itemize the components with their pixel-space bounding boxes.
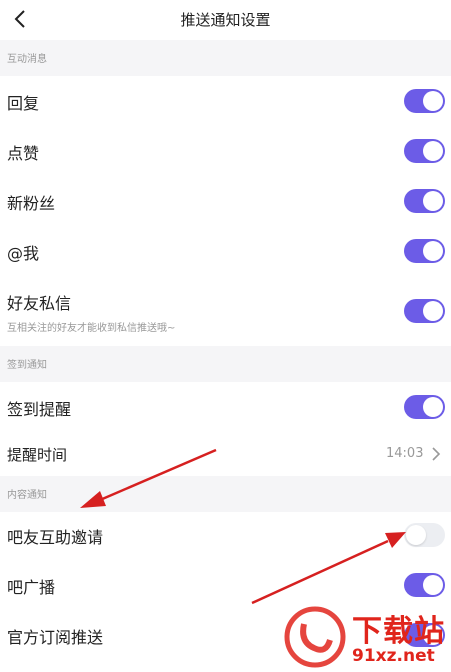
setting-row-mention: @我 — [0, 226, 451, 276]
toggle-knob — [423, 575, 443, 595]
setting-label: 点赞 — [7, 144, 40, 163]
logo-icon — [284, 606, 346, 668]
toggle-knob — [406, 525, 426, 545]
watermark-main-text: 下载站 — [352, 614, 445, 649]
setting-row-private-message: 好友私信 互相关注的好友才能收到私信推送哦~ — [0, 276, 451, 346]
section-header-interaction: 互动消息 — [0, 40, 451, 76]
section-header-checkin: 签到通知 — [0, 346, 451, 382]
new-fans-toggle[interactable] — [404, 189, 445, 213]
setting-label: 签到提醒 — [7, 400, 72, 419]
setting-row-like: 点赞 — [0, 126, 451, 176]
toggle-knob — [423, 241, 443, 261]
setting-label: 吧友互助邀请 — [7, 528, 104, 547]
reply-toggle[interactable] — [404, 89, 445, 113]
help-invite-toggle[interactable] — [404, 523, 445, 547]
checkin-reminder-toggle[interactable] — [404, 395, 445, 419]
broadcast-toggle[interactable] — [404, 573, 445, 597]
setting-row-reminder-time[interactable]: 提醒时间 14:03 — [0, 432, 451, 476]
setting-hint: 互相关注的好友才能收到私信推送哦~ — [7, 323, 176, 334]
setting-row-new-fans: 新粉丝 — [0, 176, 451, 226]
toggle-knob — [423, 301, 443, 321]
private-message-toggle[interactable] — [404, 299, 445, 323]
setting-row-help-invite: 吧友互助邀请 — [0, 512, 451, 562]
setting-label: 新粉丝 — [7, 194, 56, 213]
like-toggle[interactable] — [404, 139, 445, 163]
mention-toggle[interactable] — [404, 239, 445, 263]
page-title: 推送通知设置 — [180, 11, 271, 29]
setting-row-reply: 回复 — [0, 76, 451, 126]
setting-label: 提醒时间 — [7, 446, 68, 464]
section-label: 内容通知 — [7, 490, 47, 501]
site-watermark: 下载站 91xz.net — [280, 602, 451, 672]
setting-label: 官方订阅推送 — [7, 628, 104, 647]
reminder-time-value: 14:03 — [386, 446, 424, 461]
toggle-knob — [423, 91, 443, 111]
top-bar: 推送通知设置 — [0, 0, 451, 40]
setting-label: 回复 — [7, 94, 40, 113]
toggle-knob — [423, 397, 443, 417]
section-label: 签到通知 — [7, 360, 47, 371]
setting-label: 吧广播 — [7, 578, 56, 597]
toggle-knob — [423, 141, 443, 161]
section-label: 互动消息 — [7, 54, 47, 65]
watermark-sub-text: 91xz.net — [352, 646, 435, 666]
toggle-knob — [423, 191, 443, 211]
setting-label: @我 — [7, 244, 40, 263]
setting-label: 好友私信 — [7, 294, 72, 313]
chevron-right-icon — [432, 447, 441, 461]
section-header-content: 内容通知 — [0, 476, 451, 512]
setting-row-checkin-reminder: 签到提醒 — [0, 382, 451, 432]
